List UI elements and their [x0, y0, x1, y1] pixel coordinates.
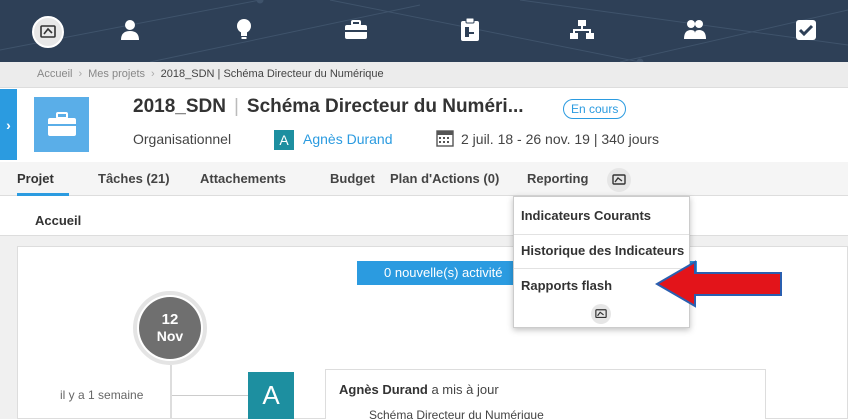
- tab-attachements[interactable]: Attachements: [200, 171, 286, 186]
- project-name: Schéma Directeur du Numéri...: [246, 96, 524, 117]
- calendar-icon: [436, 129, 454, 152]
- timeline-connector: [172, 395, 248, 396]
- project-owner-link[interactable]: Agnès Durand: [303, 131, 393, 147]
- reporting-chart-icon[interactable]: [607, 168, 631, 192]
- project-header: › 2018_SDN | Schéma Directeur du Numéri...…: [0, 88, 848, 162]
- tab-budget[interactable]: Budget: [330, 171, 375, 186]
- breadcrumb-current: 2018_SDN | Schéma Directeur du Numérique: [160, 68, 384, 80]
- checkbox-icon[interactable]: [791, 15, 821, 45]
- date-day: 12: [161, 311, 179, 329]
- team-icon[interactable]: [680, 15, 710, 45]
- red-pointer-arrow: [655, 260, 782, 308]
- activity-summary: Agnès Durand a mis à jour: [339, 382, 499, 397]
- section-title: Accueil: [35, 213, 82, 228]
- project-code: 2018_SDN: [133, 96, 226, 117]
- project-briefcase-icon: [34, 97, 89, 152]
- section-header: Accueil: [0, 196, 848, 236]
- user-icon[interactable]: [115, 15, 145, 45]
- top-navigation-bar: [0, 0, 848, 62]
- activity-action: a mis à jour: [427, 382, 499, 397]
- activity-avatar: A: [248, 372, 294, 419]
- breadcrumb-home-link[interactable]: Accueil: [37, 68, 72, 80]
- timeline-date-badge: 12 Nov: [133, 291, 207, 365]
- tab-reporting[interactable]: Reporting: [527, 171, 588, 186]
- sidebar-toggle-button[interactable]: ›: [0, 89, 17, 160]
- project-tabs: Projet Tâches (21) Attachements Budget P…: [0, 162, 848, 196]
- project-title: 2018_SDN | Schéma Directeur du Numéri...: [133, 96, 524, 118]
- briefcase-icon[interactable]: [341, 15, 371, 45]
- clipboard-icon[interactable]: [455, 15, 485, 45]
- home-icon[interactable]: [32, 16, 64, 48]
- activity-relative-time: il y a 1 semaine: [60, 388, 144, 402]
- project-dates: 2 juil. 18 - 26 nov. 19 | 340 jours: [461, 131, 659, 147]
- tab-taches[interactable]: Tâches (21): [98, 171, 170, 186]
- project-type: Organisationnel: [133, 131, 232, 147]
- breadcrumb-separator: ›: [78, 68, 83, 80]
- timeline-line: [170, 365, 172, 419]
- breadcrumb-projects-link[interactable]: Mes projets: [88, 68, 145, 80]
- owner-avatar: A: [274, 130, 294, 150]
- breadcrumb-separator: ›: [151, 68, 155, 80]
- lightbulb-icon[interactable]: [229, 15, 259, 45]
- tab-projet[interactable]: Projet: [17, 171, 54, 186]
- chevron-right-icon: ›: [6, 116, 11, 133]
- menu-item-historique-indicateurs[interactable]: Historique des Indicateurs: [514, 243, 689, 258]
- activity-object[interactable]: Schéma Directeur du Numérique: [369, 408, 544, 419]
- menu-item-indicateurs-courants[interactable]: Indicateurs Courants: [514, 208, 689, 223]
- menu-separator: [514, 234, 689, 235]
- org-chart-icon[interactable]: [567, 15, 597, 45]
- activity-author[interactable]: Agnès Durand: [339, 382, 428, 397]
- date-month: Nov: [156, 327, 184, 344]
- breadcrumb: Accueil › Mes projets › 2018_SDN | Schéma Di…: [0, 62, 848, 88]
- title-divider: |: [233, 96, 239, 117]
- status-badge: En cours: [563, 99, 627, 119]
- reporting-chart-icon[interactable]: [591, 304, 611, 324]
- tab-plan-actions[interactable]: Plan d'Actions (0): [390, 171, 499, 186]
- activity-card: Agnès Durand a mis à jour Schéma Directe…: [325, 369, 766, 419]
